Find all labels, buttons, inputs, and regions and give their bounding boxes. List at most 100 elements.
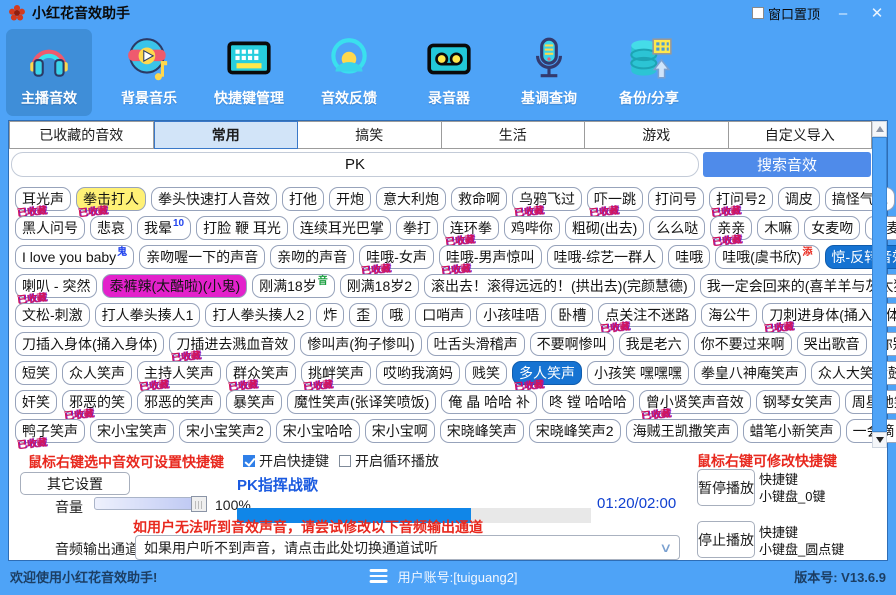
tab-6[interactable]: 自定义导入 — [728, 121, 872, 149]
sound-button[interactable]: 哇哦 — [668, 245, 711, 269]
sound-button[interactable]: 耳光声 已收藏 — [15, 187, 71, 220]
tab-4[interactable]: 生活 — [441, 121, 585, 149]
tab-3[interactable]: 搞笑 — [298, 121, 442, 149]
toolbar-item-1[interactable]: 主播音效 — [6, 29, 92, 116]
sound-button[interactable]: 喇叭 - 突然 已收藏 — [15, 274, 98, 307]
search-input[interactable] — [11, 152, 699, 177]
sound-button[interactable]: 咚 镗 哈哈哈 — [542, 390, 634, 414]
volume-slider-thumb[interactable] — [191, 496, 207, 512]
sound-button[interactable]: 拳击打人 已收藏 — [76, 187, 146, 220]
sound-button[interactable]: 鸡哔你 — [503, 216, 560, 240]
sound-button[interactable]: 开炮 — [329, 187, 371, 211]
sound-button[interactable]: 文松-刺激 — [15, 303, 90, 327]
sound-button[interactable]: 周星驰笑 — [844, 390, 896, 414]
enable-hotkey-checkbox[interactable]: 开启快捷键 — [243, 451, 329, 471]
sound-button[interactable]: 刀插入身体(捅入身体) — [15, 332, 165, 356]
sound-button[interactable]: 打人拳头揍人1 — [94, 303, 201, 327]
toolbar-item-4[interactable]: 音效反馈 — [306, 29, 392, 116]
sound-button[interactable]: 黑人问号 — [15, 216, 85, 240]
sound-button[interactable]: 小孩哇唔 — [476, 303, 547, 327]
sound-button[interactable]: 哇哦-综艺一群人 — [546, 245, 664, 269]
sound-button[interactable]: 打问号2 已收藏 — [709, 187, 773, 220]
sound-button[interactable]: 滚出去！滚得远远的！(拱出去)(完颜慧德) — [424, 274, 695, 298]
sound-button[interactable]: 众人笑声 — [62, 361, 132, 385]
pin-window-checkbox[interactable]: 窗口置顶 — [751, 4, 820, 23]
sound-button[interactable]: 暴笑声 — [226, 390, 282, 414]
sound-button[interactable]: 蜡笔小新笑声 — [742, 419, 841, 443]
sound-button[interactable]: 曾小贤笑声音效 已收藏 — [638, 390, 751, 423]
sound-button[interactable]: 炸 — [316, 303, 345, 327]
sound-button[interactable]: 哭出歌音 — [796, 332, 867, 356]
sound-button[interactable]: 宋晓峰笑声 — [439, 419, 524, 443]
sound-button[interactable]: 拳打 — [395, 216, 438, 240]
minimize-button[interactable]: – — [832, 5, 854, 22]
sound-button[interactable]: 亲亲 已收藏 — [710, 216, 753, 249]
sound-button[interactable]: 歪 — [349, 303, 378, 327]
sound-button[interactable]: 邪恶的笑 已收藏 — [62, 390, 132, 423]
sound-button[interactable]: 我晕10 — [137, 216, 192, 240]
tab-2[interactable]: 常用 — [153, 121, 298, 149]
pause-button[interactable]: 暂停播放 — [697, 469, 755, 506]
sound-button[interactable]: 打他 — [282, 187, 324, 211]
sound-button[interactable]: 吐舌头滑稽声 — [426, 332, 525, 356]
sound-button[interactable]: 打脸 鞭 耳光 — [196, 216, 288, 240]
output-channel-select[interactable]: 如果用户听不到声音，请点击此处切换通道试听 ∨ — [135, 535, 680, 560]
menu-icon[interactable] — [369, 569, 388, 583]
scroll-down-icon[interactable] — [872, 432, 887, 448]
sound-button[interactable]: 不要啊惨叫 — [529, 332, 614, 356]
sound-button[interactable]: 我一定会回来的(喜羊羊与灰太狼) — [699, 274, 896, 298]
sound-button[interactable]: 海公牛 — [701, 303, 758, 327]
sound-button[interactable]: 救命啊 — [451, 187, 507, 211]
sound-button[interactable]: 女麦吻 — [804, 216, 861, 240]
enable-hotkey-checkbox-box[interactable] — [243, 455, 255, 467]
sound-button[interactable]: 连续耳光巴掌 — [292, 216, 391, 240]
sound-button[interactable]: 多人笑声 已收藏 — [512, 361, 582, 394]
sound-button[interactable]: 挑衅笑声 已收藏 — [301, 361, 371, 394]
sound-button[interactable]: 钢琴女笑声 — [755, 390, 840, 414]
sound-button[interactable]: 你不要过来啊 — [693, 332, 792, 356]
sound-button[interactable]: 我是老六 — [618, 332, 689, 356]
sound-button[interactable]: 乌鸦飞过 已收藏 — [512, 187, 582, 220]
sound-button[interactable]: 哇哦(虞书欣)添 — [715, 245, 820, 269]
toolbar-item-5[interactable]: 录音器 — [406, 29, 492, 116]
sound-button[interactable]: 调皮 — [777, 187, 820, 211]
sound-button[interactable]: 口哨声 — [415, 303, 472, 327]
volume-slider[interactable] — [94, 496, 207, 512]
sound-button[interactable]: 哎哟我滴妈 — [376, 361, 460, 385]
sound-button[interactable]: 打问号 — [648, 187, 704, 211]
toolbar-item-6[interactable]: 基调查询 — [506, 29, 592, 116]
sound-button[interactable]: 鸭子笑声 已收藏 — [15, 419, 85, 452]
sound-button[interactable]: 群众笑声 已收藏 — [226, 361, 296, 394]
search-button[interactable]: 搜索音效 — [703, 152, 871, 177]
toolbar-item-7[interactable]: 备份/分享 — [606, 29, 692, 116]
sound-button[interactable]: 宋小宝啊 — [364, 419, 435, 443]
sound-button[interactable]: 刚满18岁音 — [252, 274, 335, 298]
sound-button[interactable]: 吓一跳 已收藏 — [587, 187, 643, 220]
scroll-up-icon[interactable] — [872, 121, 887, 137]
tab-5[interactable]: 游戏 — [585, 121, 729, 149]
sound-button[interactable]: 俺 晶 哈哈 补 — [441, 390, 537, 414]
sound-button[interactable]: 短笑 — [15, 361, 57, 385]
pin-checkbox-box[interactable] — [751, 7, 764, 19]
sound-button[interactable]: 主持人笑声 已收藏 — [137, 361, 221, 394]
sound-button[interactable]: 哇哦-女声 已收藏 — [359, 245, 434, 278]
sound-button[interactable]: 海贼王凯撒笑声 — [625, 419, 738, 443]
sound-button[interactable]: 宋小宝笑声 — [90, 419, 174, 443]
sound-button[interactable]: 贱笑 — [465, 361, 507, 385]
sound-button[interactable]: 小孩笑 嘿嘿嘿 — [587, 361, 689, 385]
sound-button[interactable]: 拳头快速打人音效 — [151, 187, 277, 211]
sound-button[interactable]: 刚满18岁2 — [339, 274, 420, 298]
sound-button[interactable]: 惨叫声(狗子惨叫) — [300, 332, 422, 356]
sound-button[interactable]: 魔性笑声(张译笑喷饭) — [287, 390, 437, 414]
sound-button[interactable]: 么么哒 — [649, 216, 706, 240]
sound-button[interactable]: 打人拳头揍人2 — [205, 303, 312, 327]
sound-button[interactable]: 卧槽 — [551, 303, 594, 327]
sound-button[interactable]: 亲吻喔一下的声音 — [139, 245, 266, 269]
toolbar-item-2[interactable]: 背景音乐 — [106, 29, 192, 116]
sound-button[interactable]: 粗砌(出去) — [564, 216, 645, 240]
sound-button[interactable]: 点关注不迷路 已收藏 — [598, 303, 697, 336]
sound-button[interactable]: 一会滴 哈哈哈 — [845, 419, 896, 443]
sound-button[interactable]: 木嘛 — [757, 216, 800, 240]
sound-button[interactable]: 奸笑 — [15, 390, 57, 414]
sound-button[interactable]: 拳皇八神庵笑声 — [693, 361, 806, 385]
